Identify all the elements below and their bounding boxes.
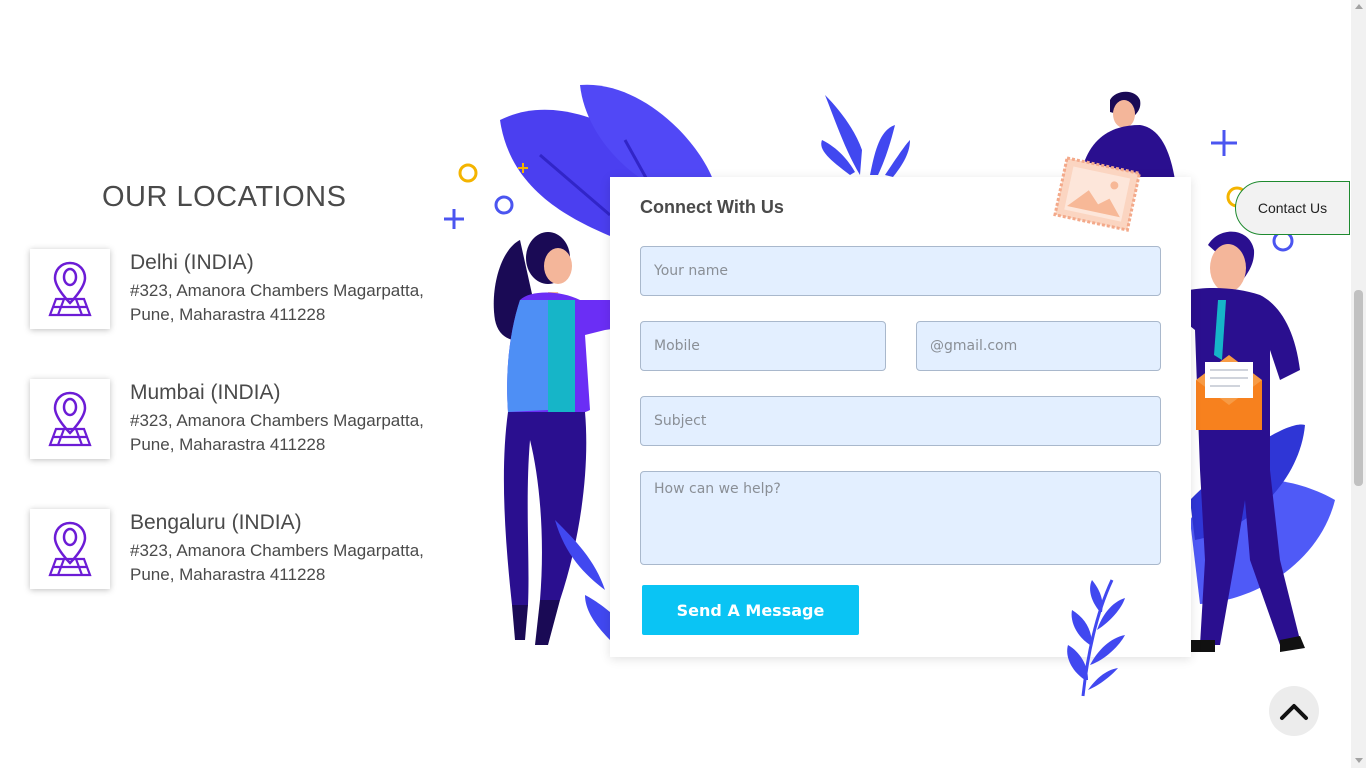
message-textarea[interactable] xyxy=(640,471,1161,565)
subject-input[interactable] xyxy=(640,396,1161,446)
location-icon-box xyxy=(30,379,110,459)
mobile-input[interactable] xyxy=(640,321,886,371)
scrollbar-up-arrow-icon[interactable] xyxy=(1355,4,1363,9)
location-city: Bengaluru (INDIA) xyxy=(130,511,302,534)
location-pin-map-icon xyxy=(48,261,92,317)
envelope-icon xyxy=(1196,380,1262,430)
location-card-bengaluru: Bengaluru (INDIA) #323, Amanora Chambers… xyxy=(30,509,450,591)
ring-decoration xyxy=(458,163,478,183)
location-address: #323, Amanora Chambers Magarpatta, Pune,… xyxy=(130,541,424,584)
plant-shape xyxy=(825,95,862,175)
small-man-figure xyxy=(1085,91,1175,180)
form-title: Connect With Us xyxy=(640,197,784,217)
location-address: #323, Amanora Chambers Magarpatta, Pune,… xyxy=(130,411,424,454)
location-city: Mumbai (INDIA) xyxy=(130,381,281,404)
location-pin-map-icon xyxy=(48,521,92,577)
locations-heading: OUR LOCATIONS xyxy=(102,181,347,213)
location-address: #323, Amanora Chambers Magarpatta, Pune,… xyxy=(130,281,424,324)
location-card-delhi: Delhi (INDIA) #323, Amanora Chambers Mag… xyxy=(30,249,450,331)
contact-us-tab[interactable]: Contact Us xyxy=(1235,181,1350,235)
location-pin-map-icon xyxy=(48,391,92,447)
location-card-mumbai: Mumbai (INDIA) #323, Amanora Chambers Ma… xyxy=(30,379,450,461)
email-input[interactable] xyxy=(916,321,1161,371)
location-icon-box xyxy=(30,509,110,589)
scroll-to-top-button[interactable] xyxy=(1269,686,1319,736)
location-icon-box xyxy=(30,249,110,329)
scrollbar-down-arrow-icon[interactable] xyxy=(1355,758,1363,763)
contact-form: Connect With Us Send A Message xyxy=(610,177,1191,657)
chevron-up-icon xyxy=(1280,704,1308,720)
scrollbar-thumb[interactable] xyxy=(1354,290,1363,486)
leaf-shape-right xyxy=(1190,480,1335,604)
location-city: Delhi (INDIA) xyxy=(130,251,254,274)
name-input[interactable] xyxy=(640,246,1161,296)
send-message-button[interactable]: Send A Message xyxy=(642,585,859,635)
